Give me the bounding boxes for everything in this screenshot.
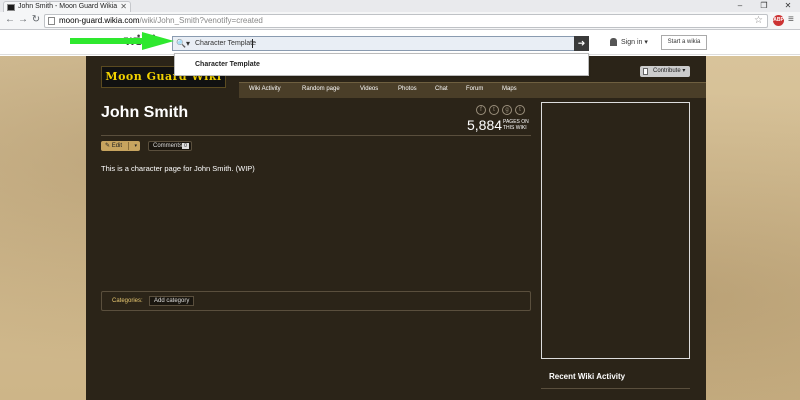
nav-photos[interactable]: Photos (398, 86, 417, 92)
search-submit-button[interactable]: ➜ (574, 36, 589, 51)
minimize-button[interactable]: – (728, 0, 752, 12)
ad-slot (541, 102, 690, 359)
url-host: moon-guard.wikia.com (59, 16, 140, 25)
contribute-button[interactable]: Contribute ▾ (640, 66, 690, 77)
social-share: f t g t (476, 105, 525, 115)
page-count: 5,884 (467, 117, 503, 133)
tab-strip: John Smith - Moon Guard Wikia ✕ – ❐ ✕ (0, 0, 800, 12)
chrome-menu-icon[interactable]: ≡ (788, 14, 794, 26)
search-scope-icon[interactable]: 🔍▾ (173, 37, 193, 50)
nav-forum[interactable]: Forum (466, 86, 483, 92)
reddit-icon[interactable]: g (502, 105, 512, 115)
edit-label: ✎ Edit (105, 143, 123, 149)
chevron-down-icon[interactable]: ▾ (134, 141, 137, 151)
reload-button[interactable]: ↻ (30, 14, 42, 26)
contribute-label: Contribute ▾ (653, 68, 686, 74)
sign-in-link[interactable]: Sign in ▾ (610, 38, 648, 48)
sign-in-label: Sign in ▾ (621, 39, 648, 46)
browser-toolbar: ← → ↻ moon-guard.wikia.com/wiki/John_Smi… (0, 12, 800, 30)
search-box[interactable]: 🔍▾ Character Template ➜ (172, 36, 589, 51)
pages-label: PAGES ON THIS WIKI (503, 119, 529, 131)
close-window-button[interactable]: ✕ (776, 0, 800, 12)
adblock-icon[interactable]: ABP (773, 15, 784, 26)
suggestion-item[interactable]: Character Template (195, 61, 260, 68)
wiki-local-nav: Wiki Activity Random page Videos Photos … (239, 82, 706, 98)
page-title: John Smith (101, 104, 189, 121)
user-icon (610, 38, 617, 47)
nav-chat[interactable]: Chat (435, 86, 448, 92)
nav-random-page[interactable]: Random page (302, 86, 340, 92)
article-body: This is a character page for John Smith.… (101, 164, 255, 173)
comments-label: Comments (153, 143, 183, 149)
maximize-button[interactable]: ❐ (752, 0, 776, 12)
window-controls: – ❐ ✕ (728, 0, 800, 12)
page-icon (48, 17, 55, 25)
tab-title: John Smith - Moon Guard Wikia (18, 3, 118, 10)
comments-count-badge: 0 (182, 143, 189, 149)
search-suggestions: Character Template (174, 53, 589, 76)
twitter-icon[interactable]: t (489, 105, 499, 115)
comments-button[interactable]: Comments 0 (148, 141, 192, 151)
recent-activity-heading: Recent Wiki Activity (549, 372, 626, 381)
url-path: /wiki/John_Smith?venotify=created (139, 16, 263, 25)
divider (541, 388, 690, 389)
document-icon (643, 68, 648, 75)
green-arrow-annotation (70, 32, 174, 50)
categories-label: Categories: (112, 298, 143, 304)
add-category-button[interactable]: Add category (149, 296, 195, 306)
browser-tab[interactable]: John Smith - Moon Guard Wikia ✕ (3, 1, 131, 12)
nav-videos[interactable]: Videos (360, 86, 378, 92)
facebook-icon[interactable]: f (476, 105, 486, 115)
start-wikia-button[interactable]: Start a wikia (661, 35, 707, 50)
nav-maps[interactable]: Maps (502, 86, 517, 92)
edit-button[interactable]: ✎ Edit ▾ (101, 141, 140, 151)
tumblr-icon[interactable]: t (515, 105, 525, 115)
forward-button[interactable]: → (17, 14, 29, 26)
divider (128, 142, 129, 150)
tab-close-icon[interactable]: ✕ (120, 2, 127, 12)
categories-box: Categories: Add category (101, 291, 531, 311)
divider (101, 135, 531, 136)
back-button[interactable]: ← (4, 14, 16, 26)
nav-wiki-activity[interactable]: Wiki Activity (249, 86, 281, 92)
bookmark-star-icon[interactable]: ☆ (754, 15, 763, 27)
favicon-icon (7, 4, 15, 11)
text-cursor (252, 39, 253, 48)
address-bar[interactable]: moon-guard.wikia.com/wiki/John_Smith?ven… (44, 14, 768, 28)
